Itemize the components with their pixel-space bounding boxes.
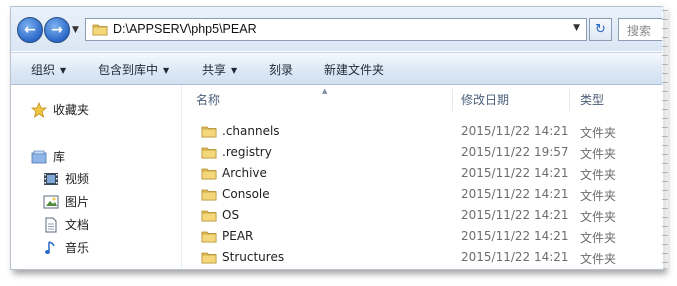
chevron-down-icon: ▼ [60,66,67,75]
nav-pictures[interactable]: 图片 [43,193,89,210]
file-name: OS [222,208,240,222]
picture-icon [43,194,59,210]
refresh-button[interactable]: ↻ [589,18,612,41]
share-label: 共享 [202,63,227,77]
folder-icon [201,145,217,162]
address-path: D:\APPSERV\php5\PEAR [113,22,257,36]
file-modified-date: 2015/11/22 14:21 [461,124,569,138]
include-in-library-label: 包含到库中 [98,63,159,77]
music-icon [43,240,59,256]
file-type: 文件夹 [580,210,617,224]
search-placeholder: 搜索 [627,24,652,38]
table-row[interactable]: Console 2015/11/22 14:21 文件夹 [182,184,663,205]
chevron-down-icon: ▼ [163,66,170,75]
torn-edge-right [662,6,668,268]
nav-libraries-label: 库 [53,150,66,164]
file-type: 文件夹 [580,231,617,245]
file-type: 文件夹 [580,252,617,266]
share-menu[interactable]: 共享 ▼ [202,61,237,78]
burn-button[interactable]: 刻录 [269,61,293,78]
back-button[interactable]: ← [17,17,43,43]
star-icon [31,101,47,118]
nav-music-label: 音乐 [65,241,90,255]
organize-label: 组织 [31,63,56,77]
file-type: 文件夹 [580,126,617,140]
file-modified-date: 2015/11/22 14:21 [461,208,569,222]
nav-music[interactable]: 音乐 [43,239,89,256]
nav-libraries[interactable]: 库 [31,148,65,165]
command-bar: 组织 ▼ 包含到库中 ▼ 共享 ▼ 刻录 新建文件夹 [11,52,663,85]
folder-icon [201,208,217,225]
table-row[interactable]: .channels 2015/11/22 14:21 文件夹 [182,121,663,142]
file-modified-date: 2015/11/22 19:57 [461,145,569,159]
include-in-library-menu[interactable]: 包含到库中 ▼ [98,61,169,78]
folder-icon [201,229,217,246]
file-modified-date: 2015/11/22 14:21 [461,229,569,243]
address-field[interactable]: D:\APPSERV\php5\PEAR ▼ [85,18,587,41]
table-row[interactable]: Archive 2015/11/22 14:21 文件夹 [182,163,663,184]
file-name: Console [222,187,270,201]
column-divider[interactable] [452,89,453,111]
file-modified-date: 2015/11/22 14:21 [461,166,569,180]
nav-pictures-label: 图片 [65,195,90,209]
forward-button[interactable]: → [44,17,70,43]
document-icon [43,217,59,233]
library-icon [31,149,47,165]
new-folder-button[interactable]: 新建文件夹 [324,61,384,78]
column-header-modified[interactable]: 修改日期 [461,85,561,113]
arrow-right-icon: → [51,22,63,38]
folder-icon [201,124,217,141]
file-list: ▲ 名称 修改日期 类型 .channels 2015/11/22 14:21 文件… [182,85,663,269]
organize-menu[interactable]: 组织 ▼ [31,61,66,78]
nav-favorites-label: 收藏夹 [53,103,90,117]
new-folder-label: 新建文件夹 [324,63,385,77]
chevron-down-icon: ▼ [231,66,238,75]
arrow-left-icon: ← [24,22,36,38]
nav-videos[interactable]: 视频 [43,170,89,187]
file-name: Structures [222,250,285,264]
nav-documents[interactable]: 文档 [43,216,89,233]
file-modified-date: 2015/11/22 14:21 [461,250,569,264]
refresh-icon: ↻ [595,22,606,37]
address-dropdown-icon[interactable]: ▼ [573,23,580,33]
search-input[interactable]: 搜索 [618,18,663,41]
folder-icon [201,166,217,183]
folder-icon [201,250,217,267]
burn-label: 刻录 [269,63,294,77]
nav-documents-label: 文档 [65,218,90,232]
column-header-modified-label: 修改日期 [461,92,510,107]
table-row[interactable]: PEAR 2015/11/22 14:21 文件夹 [182,226,663,247]
file-name: .channels [222,124,280,138]
column-divider[interactable] [569,89,570,111]
table-row[interactable]: OS 2015/11/22 14:21 文件夹 [182,205,663,226]
file-type: 文件夹 [580,189,617,203]
column-header-name-label: 名称 [196,92,221,107]
folder-icon [201,187,217,204]
file-name: Archive [222,166,267,180]
file-name: .registry [222,145,272,159]
column-header-type[interactable]: 类型 [580,85,650,113]
file-type: 文件夹 [580,168,617,182]
table-row[interactable]: Structures 2015/11/22 14:21 文件夹 [182,247,663,268]
nav-favorites[interactable]: 收藏夹 [31,101,89,118]
table-row[interactable]: .registry 2015/11/22 19:57 文件夹 [182,142,663,163]
video-icon [43,171,59,187]
address-bar-area: ← → ▼ D:\APPSERV\php5\PEAR ▼ ↻ 搜索 [11,7,663,51]
file-type: 文件夹 [580,147,617,161]
file-modified-date: 2015/11/22 14:21 [461,187,569,201]
column-header-type-label: 类型 [580,92,605,107]
column-header-name[interactable]: 名称 [196,85,446,113]
history-dropdown-icon[interactable]: ▼ [72,25,79,35]
folder-icon [92,22,108,39]
navigation-pane: 收藏夹 库 视频 图片 文档 音乐 [11,85,181,269]
explorer-window: ← → ▼ D:\APPSERV\php5\PEAR ▼ ↻ 搜索 组织 ▼ 包含… [10,6,664,270]
nav-videos-label: 视频 [65,172,90,186]
file-name: PEAR [222,229,254,243]
